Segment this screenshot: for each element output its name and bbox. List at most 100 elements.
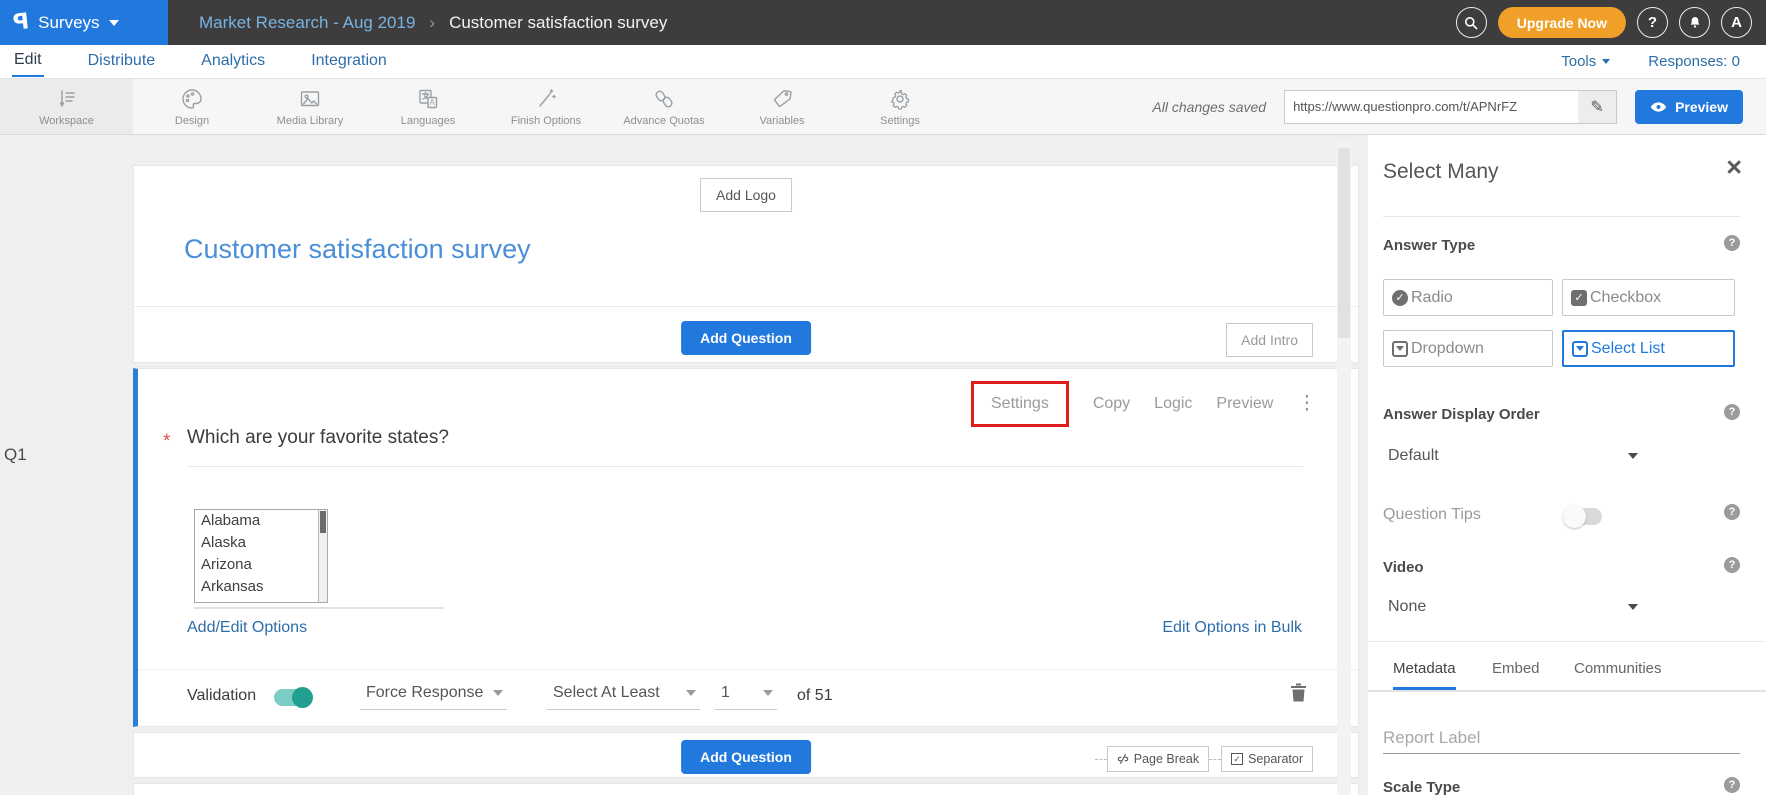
surveys-menu[interactable]: P Surveys (0, 0, 168, 45)
survey-url-input[interactable] (1285, 91, 1578, 123)
toolbar-item-design[interactable]: Design (133, 79, 251, 134)
report-label-input[interactable] (1383, 722, 1740, 754)
checkbox-check-icon: ✓ (1571, 290, 1587, 306)
toolbar-item-settings[interactable]: Settings (841, 79, 959, 134)
questionpro-logo: P (12, 9, 31, 36)
close-icon[interactable]: × (1726, 154, 1742, 181)
answer-display-order-dropdown[interactable]: Default (1388, 447, 1638, 465)
tab-metadata[interactable]: Metadata (1393, 660, 1456, 690)
top-bar: P Surveys Market Research - Aug 2019 › C… (0, 0, 1766, 45)
notifications-button[interactable] (1679, 7, 1710, 38)
help-icon[interactable]: ? (1724, 777, 1740, 793)
toolbar-right: All changes saved ✎ Preview (1152, 79, 1743, 134)
delete-question-button[interactable] (1289, 681, 1308, 703)
toolbar-item-finish-options[interactable]: Finish Options (487, 79, 605, 134)
toolbar-item-variables[interactable]: Variables (723, 79, 841, 134)
survey-nav-tabs: Edit Distribute Analytics Integration To… (0, 45, 1766, 78)
chevron-down-icon (1628, 604, 1638, 610)
separator-button[interactable]: ✓ Separator (1221, 746, 1313, 772)
video-dropdown[interactable]: None (1388, 598, 1638, 616)
preview-button[interactable]: Preview (1635, 90, 1743, 124)
question-logic-button[interactable]: Logic (1154, 395, 1192, 413)
list-option[interactable]: Arkansas (195, 576, 327, 598)
add-intro-button[interactable]: Add Intro (1226, 323, 1313, 357)
edit-url-button[interactable]: ✎ (1578, 91, 1616, 123)
more-options-icon[interactable]: ⋮ (1297, 397, 1316, 411)
tab-communities[interactable]: Communities (1574, 660, 1662, 687)
divider (1368, 641, 1766, 642)
answer-type-dropdown[interactable]: Dropdown (1383, 330, 1553, 367)
answer-display-order-label: Answer Display Order (1383, 406, 1540, 423)
add-question-bar: Add Question Page Break ✓ Separator (133, 732, 1359, 778)
trash-icon (1289, 681, 1308, 703)
question-tips-toggle[interactable] (1565, 508, 1602, 525)
page-break-button[interactable]: Page Break (1107, 746, 1209, 772)
answer-type-grid: ✓ Radio ✓ Checkbox Dropdown Select List (1383, 279, 1735, 367)
add-question-button-bottom[interactable]: Add Question (681, 740, 811, 774)
answer-type-select-list[interactable]: Select List (1562, 330, 1735, 367)
add-edit-options-link[interactable]: Add/Edit Options (187, 619, 307, 637)
breadcrumb-parent[interactable]: Market Research - Aug 2019 (199, 13, 415, 33)
question-settings-button[interactable]: Settings (991, 395, 1049, 412)
gear-icon (887, 86, 913, 112)
edit-options-in-bulk-link[interactable]: Edit Options in Bulk (1162, 619, 1302, 637)
survey-title[interactable]: Customer satisfaction survey (184, 234, 531, 265)
connector (1095, 759, 1107, 760)
next-section-card (133, 783, 1359, 795)
breadcrumb: Market Research - Aug 2019 › Customer sa… (199, 0, 667, 45)
help-button[interactable]: ? (1637, 7, 1668, 38)
help-icon[interactable]: ? (1724, 504, 1740, 520)
listbox-scrollbar-thumb[interactable] (320, 511, 326, 533)
validation-toggle[interactable] (274, 689, 311, 706)
help-icon[interactable]: ? (1724, 557, 1740, 573)
help-icon[interactable]: ? (1724, 404, 1740, 420)
main-scrollbar-thumb[interactable] (1338, 148, 1350, 338)
validation-condition-value: Select At Least (553, 684, 660, 702)
palette-icon (179, 86, 205, 112)
tab-integration[interactable]: Integration (309, 48, 389, 76)
toolbar-item-advance-quotas[interactable]: Advance Quotas (605, 79, 723, 134)
answer-type-checkbox[interactable]: ✓ Checkbox (1562, 279, 1735, 316)
toolbar-item-languages[interactable]: A Languages (369, 79, 487, 134)
question-copy-button[interactable]: Copy (1093, 395, 1130, 413)
list-option[interactable]: Alaska (195, 532, 327, 554)
list-option[interactable]: Alabama (195, 510, 327, 532)
workspace-icon (54, 86, 80, 112)
answer-type-label: Dropdown (1411, 340, 1484, 358)
add-question-button-top[interactable]: Add Question (681, 321, 811, 355)
account-avatar[interactable]: A (1721, 7, 1752, 38)
validation-rule-dropdown[interactable]: Force Response (360, 684, 507, 710)
help-icon[interactable]: ? (1724, 235, 1740, 251)
tab-analytics[interactable]: Analytics (199, 48, 267, 76)
tab-distribute[interactable]: Distribute (86, 48, 158, 76)
toolbar-item-media-library[interactable]: Media Library (251, 79, 369, 134)
listbox-scrollbar[interactable] (318, 510, 327, 602)
search-button[interactable] (1456, 7, 1487, 38)
validation-count-dropdown[interactable]: 1 (715, 684, 777, 710)
tab-embed[interactable]: Embed (1492, 660, 1540, 687)
main-scrollbar[interactable] (1337, 140, 1351, 795)
search-icon (1463, 15, 1479, 31)
toolbar-item-workspace[interactable]: Workspace (0, 79, 133, 134)
tools-menu[interactable]: Tools (1561, 53, 1610, 70)
question-preview-button[interactable]: Preview (1216, 395, 1273, 413)
translate-icon: A (415, 86, 441, 112)
upgrade-now-button[interactable]: Upgrade Now (1498, 7, 1626, 38)
responses-count[interactable]: Responses: 0 (1648, 53, 1740, 70)
tab-edit[interactable]: Edit (12, 47, 44, 77)
breadcrumb-separator-icon: › (429, 13, 435, 33)
add-logo-button[interactable]: Add Logo (700, 178, 792, 212)
validation-condition-dropdown[interactable]: Select At Least (547, 684, 700, 710)
toggle-knob (1563, 505, 1586, 528)
video-label: Video (1383, 559, 1424, 576)
answer-type-label: Checkbox (1590, 289, 1661, 307)
list-option[interactable]: Arizona (195, 554, 327, 576)
break-separator-controls: Page Break ✓ Separator (1095, 746, 1313, 772)
listbox-underline (194, 607, 444, 609)
answer-select-list[interactable]: Alabama Alaska Arizona Arkansas (194, 509, 328, 603)
eye-icon (1650, 101, 1667, 113)
answer-type-radio[interactable]: ✓ Radio (1383, 279, 1553, 316)
question-text[interactable]: Which are your favorite states? (187, 427, 449, 449)
toolbar-label: Settings (880, 115, 920, 127)
panel-tabs: Metadata Embed Communities (1368, 654, 1766, 692)
